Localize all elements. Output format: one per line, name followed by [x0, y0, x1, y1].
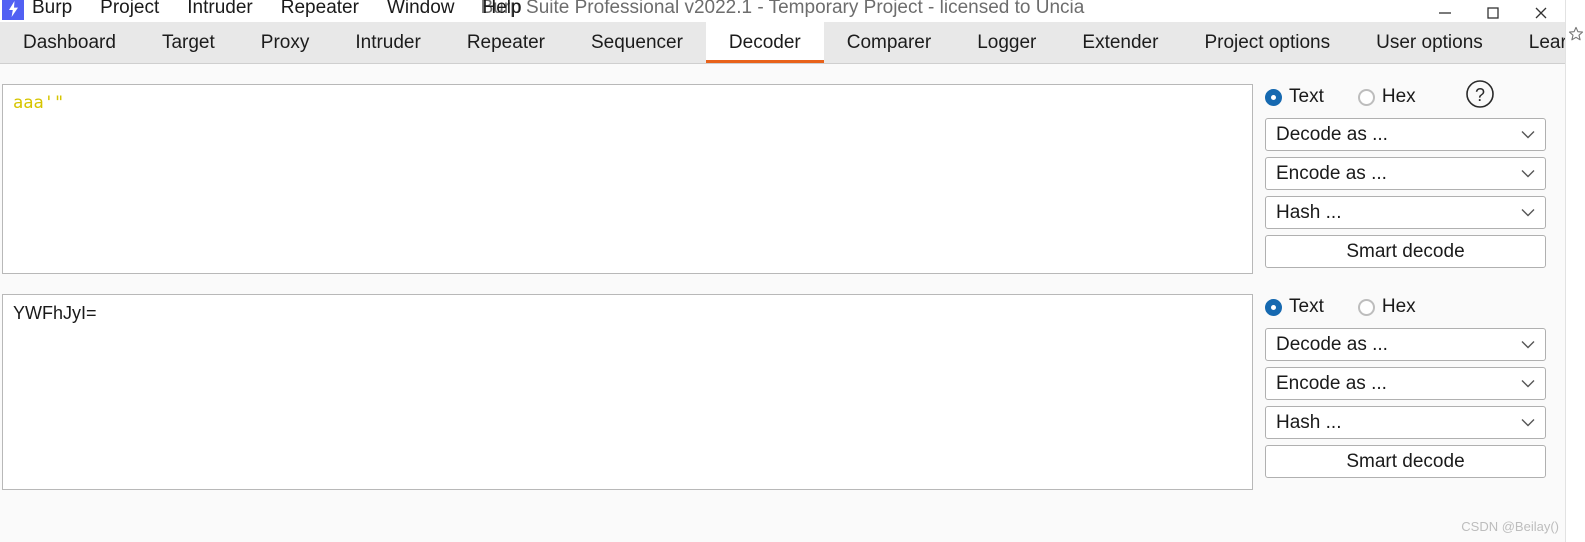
main-tab-strip: Dashboard Target Proxy Intruder Repeater… — [0, 22, 1577, 64]
tab-label: Project options — [1204, 31, 1331, 53]
tab-label: Intruder — [355, 31, 421, 53]
tab-label: Extender — [1082, 31, 1159, 53]
tab-label: User options — [1376, 31, 1483, 53]
burp-lightning-icon — [2, 0, 24, 20]
radio-label: Text — [1289, 296, 1324, 317]
decoder-input-text: aaa'" — [13, 93, 65, 113]
mode-radio-group-1: Text Hex ? — [1265, 80, 1555, 110]
tab-project-options[interactable]: Project options — [1181, 22, 1353, 63]
tab-label: Comparer — [846, 31, 932, 53]
radio-dot-icon — [1265, 88, 1282, 106]
encode-as-dropdown-2[interactable]: Encode as ... — [1265, 367, 1546, 400]
tab-label: Dashboard — [23, 31, 116, 53]
burp-suite-window: Burp Suite Professional v2022.1 - Tempor… — [0, 0, 1585, 542]
tab-label: Target — [161, 31, 215, 53]
menu-item-help[interactable]: Help — [483, 0, 522, 21]
tab-label: Repeater — [466, 31, 545, 53]
radio-text-2[interactable]: Text — [1265, 296, 1324, 318]
menu-item-burp[interactable]: Burp — [32, 0, 72, 21]
tab-user-options[interactable]: User options — [1353, 22, 1506, 63]
menu-item-project[interactable]: Project — [100, 0, 159, 21]
menu-item-intruder[interactable]: Intruder — [187, 0, 252, 21]
tab-label: Logger — [977, 31, 1037, 53]
star-icon[interactable] — [1568, 26, 1584, 42]
radio-label: Hex — [1381, 296, 1416, 317]
decoder-controls-1: Text Hex ? Decode as ... Encode as ... H… — [1265, 80, 1555, 268]
tab-decoder[interactable]: Decoder — [705, 22, 824, 63]
hash-dropdown-2[interactable]: Hash ... — [1265, 406, 1546, 439]
radio-label: Hex — [1381, 86, 1416, 107]
dropdown-label: Encode as ... — [1276, 162, 1387, 184]
tab-proxy[interactable]: Proxy — [238, 22, 333, 63]
hash-dropdown-1[interactable]: Hash ... — [1265, 196, 1546, 229]
tab-sequencer[interactable]: Sequencer — [568, 22, 706, 63]
dropdown-label: Decode as ... — [1276, 123, 1388, 145]
decoder-controls-2: Text Hex Decode as ... Encode as ... Has… — [1265, 294, 1555, 478]
decode-as-dropdown-2[interactable]: Decode as ... — [1265, 328, 1546, 361]
radio-dot-icon — [1265, 298, 1282, 316]
menu-item-window[interactable]: Window — [387, 0, 455, 21]
radio-label: Text — [1289, 86, 1324, 107]
radio-dot-icon — [1357, 298, 1375, 316]
menu-item-repeater[interactable]: Repeater — [281, 0, 359, 21]
chevron-down-icon — [1521, 169, 1535, 178]
mode-radio-group-2: Text Hex — [1265, 294, 1555, 320]
tab-label: Sequencer — [591, 31, 683, 53]
chevron-down-icon — [1521, 130, 1535, 139]
browser-right-gutter — [1565, 0, 1585, 542]
tab-extender[interactable]: Extender — [1059, 22, 1181, 63]
svg-text:?: ? — [1475, 85, 1485, 105]
help-icon[interactable]: ? — [1464, 78, 1496, 110]
radio-text-1[interactable]: Text — [1265, 86, 1324, 108]
maximize-icon[interactable] — [1469, 0, 1517, 26]
close-icon[interactable] — [1517, 0, 1565, 26]
dropdown-label: Encode as ... — [1276, 372, 1387, 394]
chevron-down-icon — [1521, 418, 1535, 427]
tab-logger[interactable]: Logger — [954, 22, 1059, 63]
chevron-down-icon — [1521, 340, 1535, 349]
dropdown-label: Hash ... — [1276, 411, 1342, 433]
watermark: CSDN @Beilay() — [1461, 519, 1559, 534]
radio-hex-1[interactable]: Hex — [1357, 86, 1416, 108]
smart-decode-button-2[interactable]: Smart decode — [1265, 445, 1546, 478]
radio-dot-icon — [1357, 88, 1375, 106]
dropdown-label: Decode as ... — [1276, 333, 1388, 355]
chevron-down-icon — [1521, 208, 1535, 217]
tab-label: Decoder — [728, 31, 801, 53]
tab-target[interactable]: Target — [139, 22, 238, 63]
tab-label: Proxy — [260, 31, 310, 53]
decoder-output-text: YWFhJyI= — [13, 303, 97, 323]
dropdown-label: Hash ... — [1276, 201, 1342, 223]
tab-comparer[interactable]: Comparer — [824, 22, 954, 63]
tab-intruder[interactable]: Intruder — [332, 22, 443, 63]
decoder-output-textarea[interactable]: YWFhJyI= — [2, 294, 1253, 490]
decode-as-dropdown-1[interactable]: Decode as ... — [1265, 118, 1546, 151]
encode-as-dropdown-1[interactable]: Encode as ... — [1265, 157, 1546, 190]
decoder-input-textarea[interactable]: aaa'" — [2, 84, 1253, 274]
title-bar: Burp Suite Professional v2022.1 - Tempor… — [0, 0, 1565, 22]
tab-dashboard[interactable]: Dashboard — [0, 22, 139, 63]
chevron-down-icon — [1521, 379, 1535, 388]
menu-bar: Burp Project Intruder Repeater Window He… — [32, 0, 522, 21]
tab-repeater[interactable]: Repeater — [444, 22, 568, 63]
decoder-panel: aaa'" Text Hex ? Decode as ... Encode as… — [0, 64, 1565, 542]
window-controls — [1421, 0, 1565, 26]
radio-hex-2[interactable]: Hex — [1357, 296, 1416, 318]
minimize-icon[interactable] — [1421, 0, 1469, 26]
smart-decode-button-1[interactable]: Smart decode — [1265, 235, 1546, 268]
